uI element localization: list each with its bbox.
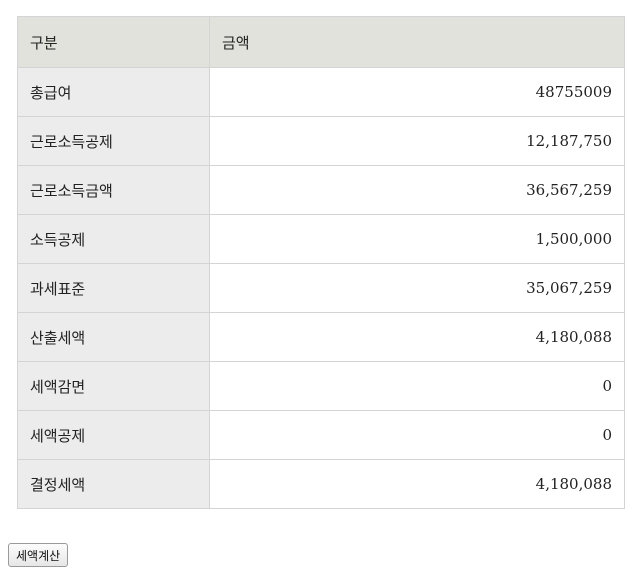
- row-amount: 0: [209, 361, 625, 411]
- row-amount: 12,187,750: [209, 116, 625, 166]
- table-row-calculated-tax: 산출세액 4,180,088: [17, 312, 625, 362]
- row-amount: 36,567,259: [209, 165, 625, 215]
- column-header-category: 구분: [17, 16, 210, 68]
- table-row-tax-credit: 세액공제 0: [17, 410, 625, 460]
- row-label: 세액공제: [17, 410, 210, 460]
- table-row-earned-income-deduction: 근로소득공제 12,187,750: [17, 116, 625, 166]
- table-row-earned-income-amount: 근로소득금액 36,567,259: [17, 165, 625, 215]
- row-label: 산출세액: [17, 312, 210, 362]
- row-label: 결정세액: [17, 459, 210, 509]
- row-amount: 48755009: [209, 67, 625, 117]
- row-label: 근로소득금액: [17, 165, 210, 215]
- row-amount: 35,067,259: [209, 263, 625, 313]
- row-label: 소득공제: [17, 214, 210, 264]
- row-amount: 4,180,088: [209, 459, 625, 509]
- row-amount: 0: [209, 410, 625, 460]
- row-label: 과세표준: [17, 263, 210, 313]
- table-row-tax-reduction: 세액감면 0: [17, 361, 625, 411]
- row-label: 총급여: [17, 67, 210, 117]
- table-row-income-deduction: 소득공제 1,500,000: [17, 214, 625, 264]
- tax-summary-table: 구분 금액 총급여 48755009 근로소득공제 12,187,750 근로소…: [17, 16, 625, 509]
- calculate-tax-button[interactable]: 세액계산: [8, 543, 69, 567]
- row-label: 근로소득공제: [17, 116, 210, 166]
- row-amount: 4,180,088: [209, 312, 625, 362]
- table-header-row: 구분 금액: [17, 16, 625, 68]
- row-label: 세액감면: [17, 361, 210, 411]
- table-row-tax-base: 과세표준 35,067,259: [17, 263, 625, 313]
- table-row-determined-tax: 결정세액 4,180,088: [17, 459, 625, 509]
- column-header-amount: 금액: [209, 16, 625, 68]
- table-row-total-salary: 총급여 48755009: [17, 67, 625, 117]
- row-amount: 1,500,000: [209, 214, 625, 264]
